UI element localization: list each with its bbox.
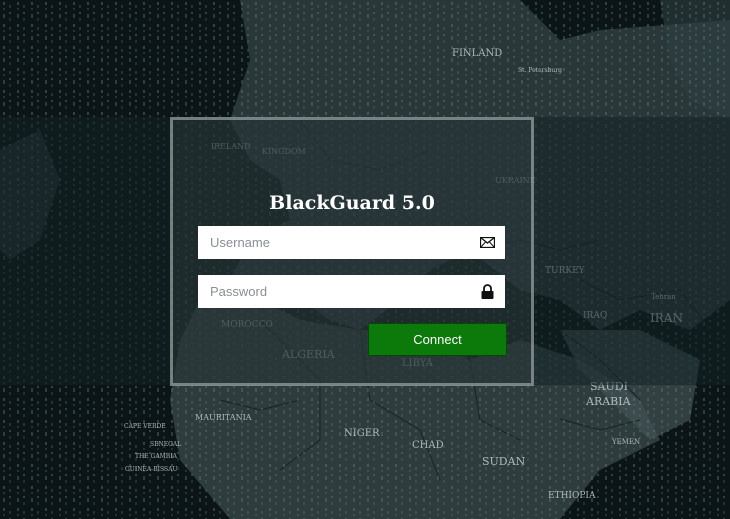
map-label: GUINEA-BISSAU bbox=[125, 466, 178, 473]
app-title: BlackGuard 5.0 bbox=[269, 192, 435, 214]
username-input[interactable] bbox=[198, 227, 470, 258]
password-field[interactable] bbox=[198, 275, 505, 308]
map-label: MAURITANIA bbox=[195, 413, 252, 422]
username-field[interactable] bbox=[198, 226, 505, 259]
map-label: SENEGAL bbox=[150, 441, 181, 448]
map-label: SUDAN bbox=[482, 455, 526, 468]
envelope-icon bbox=[479, 234, 495, 250]
map-label: CHAD bbox=[412, 440, 444, 451]
login-panel: BlackGuard 5.0 Connect bbox=[170, 117, 534, 386]
map-label: YEMEN bbox=[611, 438, 640, 446]
map-label: ARABIA bbox=[585, 395, 632, 408]
map-label: NIGER bbox=[344, 428, 380, 439]
map-label: FINLAND bbox=[452, 48, 502, 59]
map-label: THE GAMBIA bbox=[135, 453, 178, 460]
connect-button[interactable]: Connect bbox=[368, 323, 507, 356]
map-label: ETHIOPIA bbox=[548, 491, 596, 501]
map-label: St. Petersburg bbox=[518, 67, 562, 74]
lock-icon bbox=[479, 283, 495, 299]
password-input[interactable] bbox=[198, 276, 470, 307]
map-label: CAPE VERDE bbox=[124, 423, 166, 430]
